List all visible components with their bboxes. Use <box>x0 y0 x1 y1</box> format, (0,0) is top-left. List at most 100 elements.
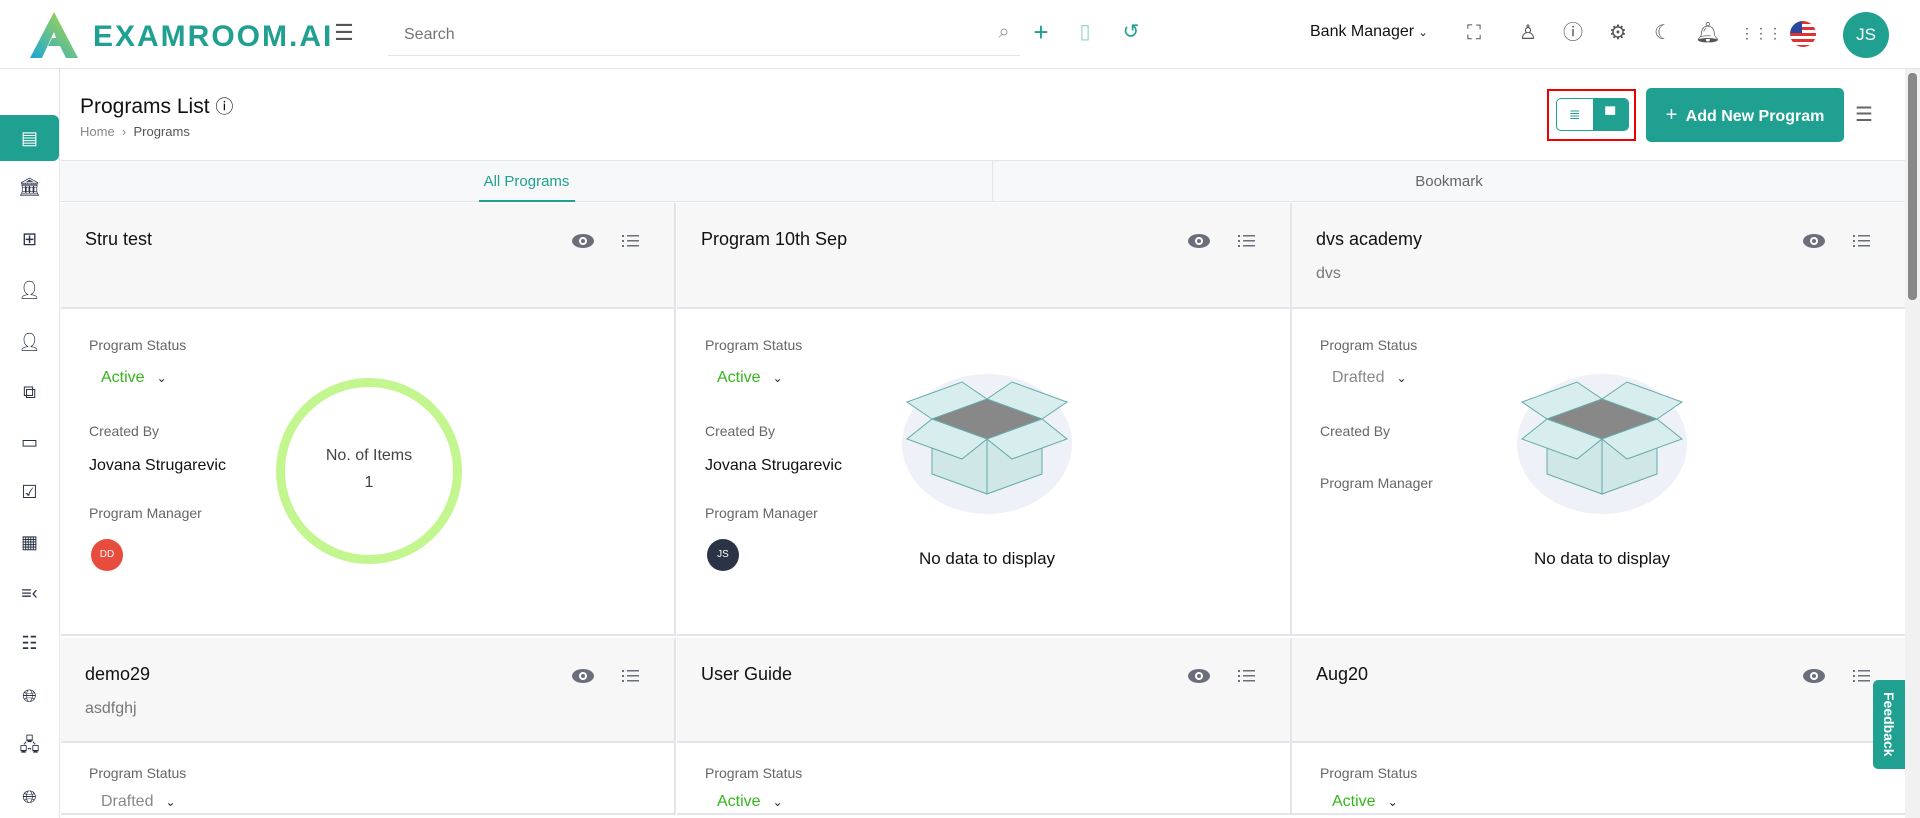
sidebar-item-programs[interactable]: ▤ <box>0 115 59 161</box>
breadcrumb-programs: Programs <box>133 124 190 139</box>
search-input[interactable] <box>388 14 1020 56</box>
sidebar: ▤ 🏛︎ ⊞ 👤︎ 👤︎ ⧉ ▭ ☑ ▦ ≡‹ ☷ 🌐︎ 🖧 🌐︎ <box>0 69 60 818</box>
eye-icon[interactable] <box>1802 233 1826 249</box>
gear-icon[interactable]: ⚙ <box>1605 21 1631 47</box>
sidebar-item-collapse[interactable]: ≡‹ <box>0 573 59 613</box>
info-icon[interactable]: ⓘ <box>215 97 233 117</box>
list-icon[interactable] <box>621 231 641 251</box>
us-flag-icon[interactable] <box>1790 21 1816 47</box>
status-value: Active <box>1332 793 1376 810</box>
fullscreen-icon[interactable]: ⛶ <box>1461 21 1487 47</box>
eye-icon[interactable] <box>571 233 595 249</box>
eye-icon[interactable] <box>1802 668 1826 684</box>
card-title[interactable]: Stru test <box>85 229 152 250</box>
card-title[interactable]: User Guide <box>701 664 792 685</box>
eye-icon[interactable] <box>1187 233 1211 249</box>
view-toggle[interactable]: ≣ ▀ <box>1556 98 1629 131</box>
program-card[interactable]: Stru test Program Status Active ⌄ Created By… <box>61 203 676 636</box>
card-header: Program 10th Sep <box>677 203 1290 309</box>
program-card[interactable]: dvs academy dvs Program Status Drafted ⌄ Crea… <box>1292 203 1907 636</box>
menu-icon[interactable]: ☰ <box>331 21 357 47</box>
items-label: No. of Items <box>325 447 413 464</box>
sidebar-item-global[interactable]: 🌐︎ <box>0 777 59 817</box>
manager-avatar[interactable]: JS <box>707 539 739 571</box>
program-status-label: Program Status <box>705 337 803 353</box>
list-icon[interactable] <box>1237 231 1257 251</box>
no-data-text: No data to display <box>918 549 1056 568</box>
page-title-text: Programs List <box>80 95 210 118</box>
sidebar-item-reports[interactable]: ▦ <box>0 522 59 562</box>
chevron-down-icon: ⌄ <box>1387 795 1398 809</box>
tab-bookmark[interactable]: Bookmark <box>993 161 1905 202</box>
sidebar-item-forms[interactable]: ▭ <box>0 422 59 462</box>
sidebar-item-institution[interactable]: 🏛︎ <box>0 167 59 207</box>
help-icon[interactable]: ⓘ <box>1560 21 1586 47</box>
program-card[interactable]: Aug20 Program Status Active ⌄ <box>1292 638 1907 815</box>
plus-icon[interactable]: + <box>1028 19 1054 46</box>
card-title[interactable]: Program 10th Sep <box>701 229 847 250</box>
card-header: Aug20 <box>1292 638 1905 743</box>
moon-icon[interactable]: ☾ <box>1650 21 1676 47</box>
breadcrumb-home[interactable]: Home <box>80 124 115 139</box>
card-subtitle: asdfghj <box>85 700 137 717</box>
sidebar-item-web[interactable]: 🌐︎ <box>0 676 59 716</box>
program-status-label: Program Status <box>705 765 803 781</box>
list-icon[interactable] <box>1237 666 1257 686</box>
save-icon[interactable]: ▯ <box>1072 20 1098 46</box>
program-card[interactable]: User Guide Program Status Active ⌄ <box>677 638 1292 815</box>
manager-avatar[interactable]: DD <box>91 539 123 571</box>
scrollbar[interactable] <box>1905 69 1920 818</box>
card-header: Stru test <box>61 203 674 309</box>
sidebar-item-user-settings[interactable]: 👤︎ <box>0 270 59 310</box>
status-dropdown[interactable]: Active ⌄ <box>89 369 167 387</box>
role-selector[interactable]: Bank Manager ⌄ <box>1310 23 1428 41</box>
eye-icon[interactable] <box>1187 668 1211 684</box>
tab-label: All Programs <box>483 173 570 190</box>
add-new-program-button[interactable]: + Add New Program <box>1646 88 1844 142</box>
card-title[interactable]: Aug20 <box>1316 664 1368 685</box>
list-view-icon[interactable]: ≣ <box>1557 99 1593 130</box>
card-header: dvs academy dvs <box>1292 203 1905 309</box>
user-avatar[interactable]: JS <box>1843 12 1889 58</box>
status-dropdown[interactable]: Drafted ⌄ <box>89 793 176 811</box>
tabs: All Programs Bookmark <box>61 160 1905 202</box>
no-data-text: No data to display <box>1533 549 1671 568</box>
list-icon[interactable] <box>621 666 641 686</box>
card-title[interactable]: dvs academy <box>1316 229 1422 250</box>
program-status-label: Program Status <box>89 337 187 353</box>
sidebar-item-add-content[interactable]: ⊞ <box>0 219 59 259</box>
status-dropdown[interactable]: Active ⌄ <box>705 793 783 811</box>
search-icon[interactable]: ⌕ <box>991 20 1017 46</box>
tab-all-programs[interactable]: All Programs <box>61 161 993 202</box>
status-dropdown[interactable]: Active ⌄ <box>1320 793 1398 811</box>
scrollbar-thumb[interactable] <box>1908 73 1917 300</box>
sidebar-item-users[interactable]: 👤︎ <box>0 322 59 362</box>
sidebar-item-lists[interactable]: ☷ <box>0 623 59 663</box>
program-card[interactable]: demo29 asdfghj Program Status Drafted ⌄ <box>61 638 676 815</box>
bell-icon[interactable]: 🔔︎ <box>1695 21 1721 47</box>
status-dropdown[interactable]: Drafted ⌄ <box>1320 369 1407 387</box>
feedback-tab[interactable]: Feedback <box>1873 680 1905 769</box>
list-icon[interactable] <box>1852 666 1872 686</box>
eye-icon[interactable] <box>571 668 595 684</box>
menu-collapse-icon: ≡‹ <box>21 582 38 603</box>
items-count: 1 <box>364 474 374 491</box>
list-options-icon[interactable]: ☰ <box>1855 102 1873 127</box>
top-bar: EXAMROOM.AI ☰ ⌕ + ▯ ↺ Bank Manager ⌄ ⛶ ♙… <box>0 0 1920 69</box>
accessibility-icon[interactable]: ♙ <box>1515 21 1541 47</box>
grid-view-icon[interactable]: ▀ <box>1592 99 1628 130</box>
logo-text: EXAMROOM.AI <box>93 20 334 53</box>
history-icon[interactable]: ↺ <box>1118 20 1144 46</box>
created-by-value: Jovana Strugarevic <box>705 457 842 474</box>
apps-icon[interactable]: ⋮⋮⋮ <box>1740 21 1782 47</box>
program-card[interactable]: Program 10th Sep Program Status Active ⌄ Cre… <box>677 203 1292 636</box>
list-icon[interactable] <box>1852 231 1872 251</box>
sidebar-item-tasks[interactable]: ☑ <box>0 472 59 512</box>
sidebar-item-hierarchy[interactable]: ⧉ <box>0 372 59 412</box>
sidebar-item-network[interactable]: 🖧 <box>0 728 59 768</box>
clipboard-check-icon: ☑ <box>21 481 38 502</box>
status-dropdown[interactable]: Active ⌄ <box>705 369 783 387</box>
card-title[interactable]: demo29 <box>85 664 150 685</box>
chevron-down-icon: ⌄ <box>772 795 783 809</box>
list-box-icon: ☷ <box>21 632 38 653</box>
